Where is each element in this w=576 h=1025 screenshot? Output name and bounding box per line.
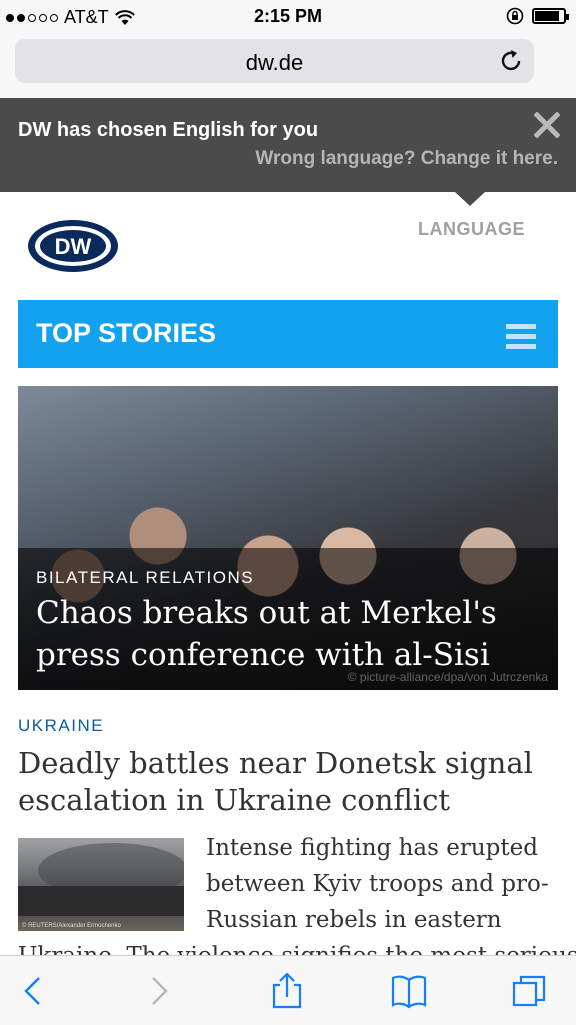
close-icon[interactable] [534,112,560,138]
language-selector[interactable]: LANGUAGE [418,219,525,240]
thumbnail-credit: © REUTERS/Alexander Ermochenko [22,923,121,929]
reload-icon[interactable] [498,48,524,74]
story-kicker[interactable]: UKRAINE [18,716,104,736]
language-banner: DW has chosen English for you Wrong lang… [0,98,576,192]
banner-pointer [455,192,485,206]
address-bar-area: dw.de [0,34,576,99]
lock-rotation-icon [506,7,524,25]
hero-kicker: BILATERAL RELATIONS [36,568,255,587]
story-summary: Intense fighting has erupted between Kyi… [206,835,549,933]
story-headline[interactable]: Deadly battles near Donetsk signal escal… [18,745,558,819]
tabs-icon[interactable] [512,973,548,1009]
url-text[interactable]: dw.de [15,50,534,76]
hero-headline[interactable]: Chaos breaks out at Merkel's press confe… [36,592,536,676]
language-message: DW has chosen English for you [18,119,319,141]
clock: 2:15 PM [253,6,323,26]
battery-icon [532,8,569,24]
dw-logo[interactable]: DW [26,218,120,274]
change-language-link[interactable]: Wrong language? Change it here. [255,148,558,170]
back-icon[interactable] [16,973,52,1009]
photo-credit: © picture-alliance/dpa/von Jutrczenka [347,670,548,684]
hamburger-icon[interactable] [506,324,536,349]
bookmarks-icon[interactable] [391,973,427,1009]
story-summary-continued: Ukraine. The violence signifies the most… [18,943,576,956]
browser-toolbar [0,955,576,1025]
share-icon[interactable] [269,973,305,1009]
top-stories-title: TOP STORIES [36,318,217,348]
address-bar[interactable]: dw.de [15,39,534,83]
svg-text:DW: DW [55,234,92,259]
status-bar: AT&T 2:15 PM [0,0,576,34]
forward-icon[interactable] [140,973,176,1009]
hero-story[interactable]: BILATERAL RELATIONS Chaos breaks out at … [18,386,558,690]
story-thumbnail[interactable]: © REUTERS/Alexander Ermochenko [18,838,184,931]
top-stories-bar: TOP STORIES [18,300,558,368]
status-right [506,7,569,25]
